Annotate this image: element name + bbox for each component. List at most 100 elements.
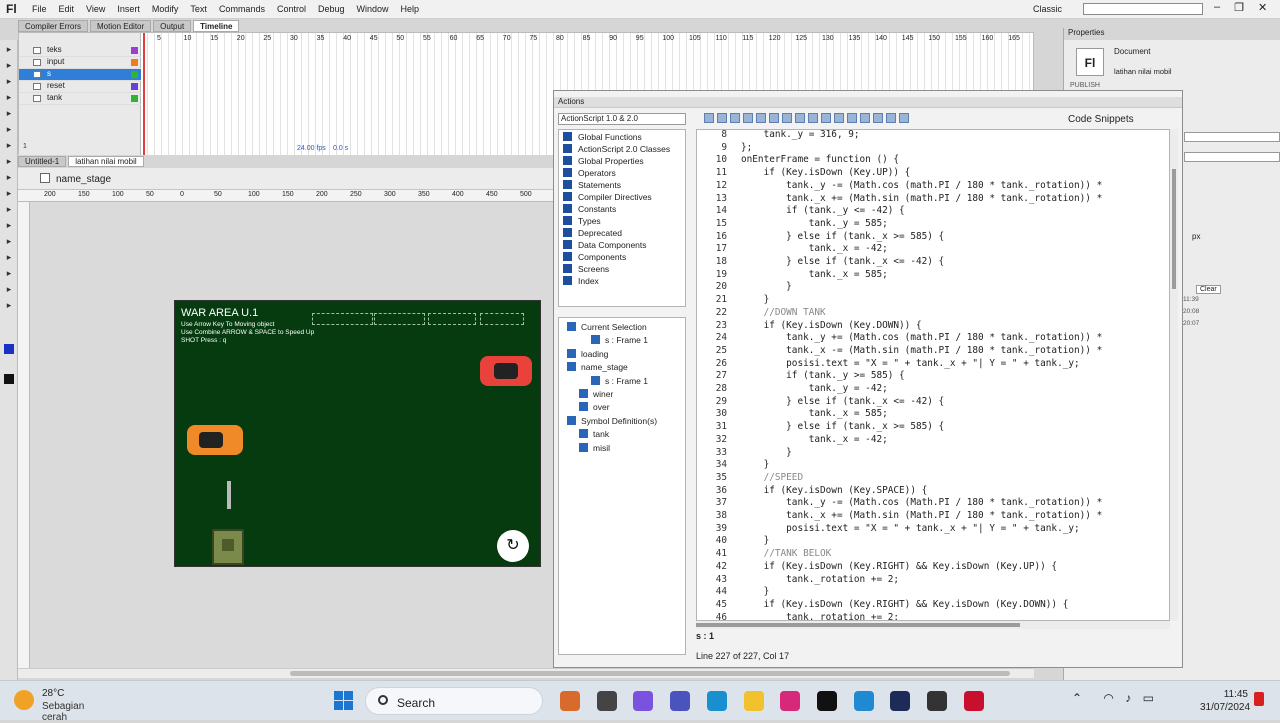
- menu-commands[interactable]: Commands: [213, 4, 271, 14]
- library-item[interactable]: Compiler Directives: [563, 192, 652, 202]
- minimize-icon[interactable]: –: [1214, 1, 1220, 14]
- code-tool-icon[interactable]: [769, 113, 779, 123]
- profile-select[interactable]: [1184, 132, 1280, 142]
- navigator-node[interactable]: s : Frame 1: [591, 335, 648, 345]
- menu-help[interactable]: Help: [395, 4, 426, 14]
- red-car[interactable]: [480, 356, 532, 386]
- clock-date[interactable]: 31/07/2024: [1200, 702, 1250, 713]
- target-select[interactable]: [1184, 152, 1280, 162]
- navigator-node[interactable]: winer: [579, 389, 613, 399]
- folder-dark-icon[interactable]: [596, 691, 617, 711]
- input-box[interactable]: [312, 313, 373, 325]
- flash-icon[interactable]: [963, 691, 984, 711]
- document-tab[interactable]: latihan nilai mobil: [68, 156, 144, 167]
- navigator-node[interactable]: tank: [579, 429, 609, 439]
- windows-start-icon[interactable]: [334, 691, 354, 711]
- code-tool-icon[interactable]: [730, 113, 740, 123]
- vscode-icon[interactable]: [853, 691, 874, 711]
- navigator-node[interactable]: name_stage: [567, 362, 628, 372]
- library-item[interactable]: Types: [563, 216, 601, 226]
- brush-tool-icon[interactable]: ▸: [4, 188, 14, 198]
- stage-scrollbar[interactable]: [18, 668, 1034, 678]
- library-item[interactable]: Data Components: [563, 240, 647, 250]
- animate-icon[interactable]: [890, 691, 911, 711]
- stroke-color-swatch[interactable]: [4, 344, 14, 354]
- code-tool-icon[interactable]: [704, 113, 714, 123]
- library-item[interactable]: Global Functions: [563, 132, 642, 142]
- timeline-layer[interactable]: s: [19, 69, 141, 81]
- script-tab[interactable]: s : 1: [696, 631, 714, 641]
- navigator-node[interactable]: Current Selection: [567, 322, 647, 332]
- fill-color-swatch[interactable]: [4, 374, 14, 384]
- code-tool-icon[interactable]: [821, 113, 831, 123]
- hand-tool-icon[interactable]: ▸: [4, 284, 14, 294]
- input-box[interactable]: [428, 313, 476, 325]
- library-item[interactable]: Index: [563, 276, 599, 286]
- restore-icon[interactable]: ❐: [1234, 1, 1244, 14]
- menu-file[interactable]: File: [26, 4, 53, 14]
- code-tool-icon[interactable]: [743, 113, 753, 123]
- teams-icon[interactable]: [670, 691, 691, 711]
- input-box[interactable]: [374, 313, 425, 325]
- code-tool-icon[interactable]: [899, 113, 909, 123]
- system-tray[interactable]: ⌃ ◠ ♪ ▭: [1072, 691, 1154, 705]
- navigator-node[interactable]: Symbol Definition(s): [567, 415, 657, 426]
- library-item[interactable]: Components: [563, 252, 626, 262]
- menu-modify[interactable]: Modify: [146, 4, 185, 14]
- subselect-tool-icon[interactable]: ▸: [4, 60, 14, 70]
- code-editor[interactable]: 8 tank._y = 316, 9; 9}; 10 onEnterFrame = f…: [696, 129, 1170, 621]
- code-vscroll[interactable]: [1170, 129, 1178, 621]
- scene-icon[interactable]: [40, 173, 50, 183]
- time-readout[interactable]: 0.0 s: [333, 145, 348, 152]
- input-box[interactable]: [480, 313, 524, 325]
- terminal-icon[interactable]: [927, 691, 947, 711]
- transform-tool-icon[interactable]: ▸: [4, 76, 14, 86]
- navigator-node[interactable]: misil: [579, 442, 610, 453]
- layer-color-swatch[interactable]: [131, 59, 138, 66]
- eraser-tool-icon[interactable]: ▸: [4, 268, 14, 278]
- code-tool-icon[interactable]: [782, 113, 792, 123]
- library-item[interactable]: Deprecated: [563, 228, 622, 238]
- panel-tab[interactable]: Timeline: [193, 20, 240, 32]
- rect-tool-icon[interactable]: ▸: [4, 156, 14, 166]
- code-snippets-button[interactable]: Code Snippets: [1068, 114, 1134, 125]
- library-item[interactable]: ActionScript 2.0 Classes: [563, 144, 670, 154]
- food-icon[interactable]: [560, 691, 580, 711]
- deco-tool-icon[interactable]: ▸: [4, 204, 14, 214]
- library-item[interactable]: Constants: [563, 204, 616, 214]
- pen-tool-icon[interactable]: ▸: [4, 108, 14, 118]
- chevron-up-icon[interactable]: ⌃: [1072, 691, 1082, 705]
- volume-icon[interactable]: ♪: [1125, 691, 1131, 705]
- code-tool-icon[interactable]: [847, 113, 857, 123]
- menu-control[interactable]: Control: [271, 4, 312, 14]
- menu-edit[interactable]: Edit: [53, 4, 81, 14]
- bucket-tool-icon[interactable]: ▸: [4, 236, 14, 246]
- instagram-icon[interactable]: [780, 691, 801, 711]
- layer-color-swatch[interactable]: [131, 95, 138, 102]
- explorer-icon[interactable]: [743, 691, 764, 711]
- playhead[interactable]: [143, 33, 145, 155]
- workspace-selector[interactable]: Classic: [1033, 4, 1062, 14]
- copilot-icon[interactable]: [633, 691, 654, 711]
- bone-tool-icon[interactable]: ▸: [4, 220, 14, 230]
- reset-icon[interactable]: ↻: [497, 530, 529, 562]
- arrow-tool-icon[interactable]: ▸: [4, 44, 14, 54]
- menu-view[interactable]: View: [80, 4, 111, 14]
- code-tool-icon[interactable]: [834, 113, 844, 123]
- tiktok-icon[interactable]: [816, 691, 837, 711]
- library-item[interactable]: Statements: [563, 180, 621, 190]
- layer-color-swatch[interactable]: [131, 71, 138, 78]
- navigator-node[interactable]: loading: [567, 348, 608, 359]
- stage[interactable]: WAR AREA U.1 Use Arrow Key To Moving obj…: [174, 300, 541, 567]
- eyedropper-tool-icon[interactable]: ▸: [4, 252, 14, 262]
- battery-icon[interactable]: ▭: [1143, 691, 1154, 705]
- clear-button[interactable]: Clear: [1196, 285, 1221, 294]
- menu-debug[interactable]: Debug: [312, 4, 351, 14]
- timeline-layer[interactable]: teks: [19, 45, 141, 57]
- code-tool-icon[interactable]: [756, 113, 766, 123]
- close-icon[interactable]: ✕: [1258, 1, 1267, 14]
- lasso-tool-icon[interactable]: ▸: [4, 92, 14, 102]
- help-search-input[interactable]: [1083, 3, 1203, 15]
- library-item[interactable]: Operators: [563, 168, 616, 178]
- menu-text[interactable]: Text: [184, 4, 213, 14]
